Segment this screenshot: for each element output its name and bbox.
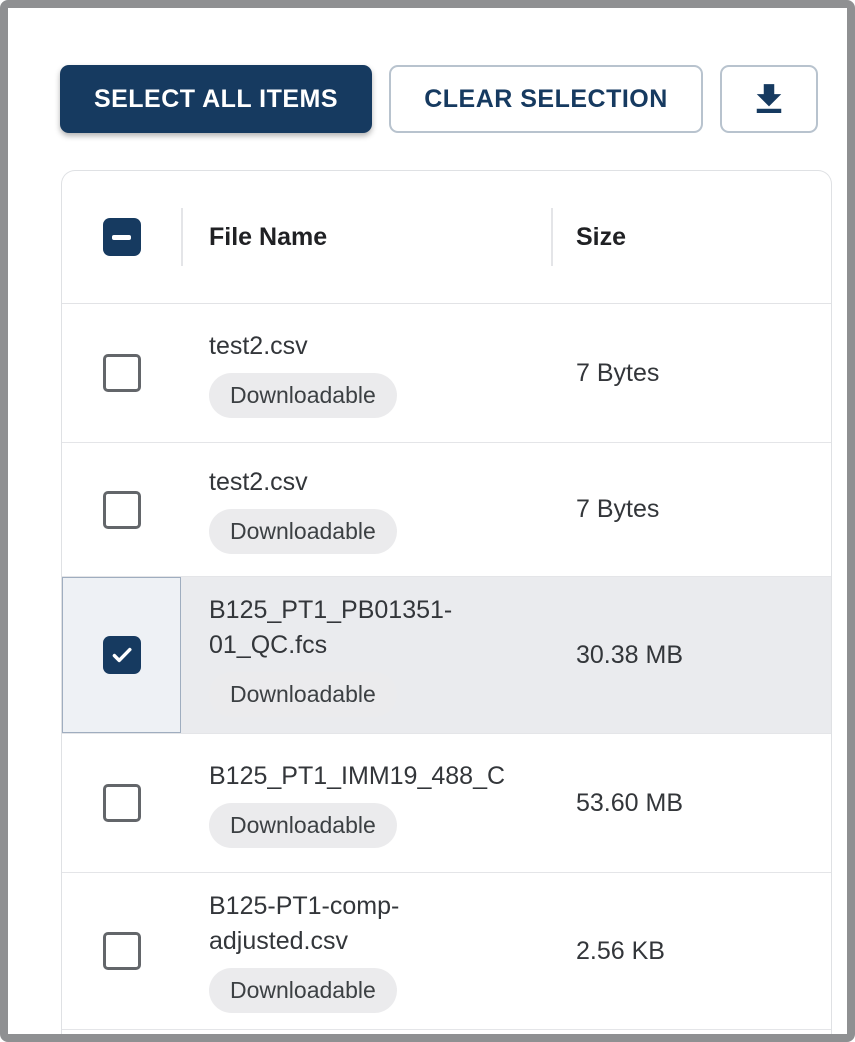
page-frame: SELECT ALL ITEMS CLEAR SELECTION File Na… <box>0 0 855 1042</box>
header-checkbox-cell <box>62 218 181 256</box>
file-size-cell: 7 Bytes <box>551 304 831 442</box>
file-name-cell: B125_PT1_IMM19_488_C Downloadable <box>181 734 551 872</box>
row-checkbox[interactable] <box>103 636 141 674</box>
downloadable-badge: Downloadable <box>209 373 397 418</box>
file-name-cell: test2.csv Downloadable <box>181 443 551 576</box>
download-button[interactable] <box>720 65 818 133</box>
table-row[interactable]: B125-PT1-comp-adjusted.csv Downloadable … <box>62 873 831 1030</box>
row-checkbox[interactable] <box>103 491 141 529</box>
download-icon <box>748 78 790 120</box>
row-checkbox[interactable] <box>103 784 141 822</box>
file-name: B125-PT1-comp-adjusted.csv <box>209 889 514 959</box>
file-size: 7 Bytes <box>576 359 659 388</box>
row-checkbox-cell <box>62 577 181 733</box>
checkmark-icon <box>109 642 135 668</box>
column-divider <box>551 208 553 266</box>
downloadable-badge: Downloadable <box>209 509 397 554</box>
row-checkbox-cell <box>62 304 181 442</box>
file-name: test2.csv <box>209 329 308 364</box>
select-all-checkbox[interactable] <box>103 218 141 256</box>
file-name-column-header: File Name <box>209 223 327 251</box>
size-column-header: Size <box>576 223 626 251</box>
file-name: test2.csv <box>209 465 308 500</box>
header-size-cell: Size <box>551 223 831 252</box>
file-name-cell: B125_PT1_PB01351-01_QC.fcs Downloadable <box>181 577 551 733</box>
column-divider <box>181 208 183 266</box>
row-checkbox[interactable] <box>103 354 141 392</box>
file-size-cell: 30.38 MB <box>551 577 831 733</box>
file-size: 30.38 MB <box>576 641 683 670</box>
file-size-cell: 2.56 KB <box>551 873 831 1029</box>
downloadable-badge: Downloadable <box>209 968 397 1013</box>
row-checkbox-cell <box>62 443 181 576</box>
file-name: B125_PT1_IMM19_488_C <box>209 759 554 794</box>
table-row[interactable]: test2.csv Downloadable 7 Bytes <box>62 304 831 443</box>
file-size: 7 Bytes <box>576 495 659 524</box>
downloadable-badge: Downloadable <box>209 803 397 848</box>
file-size: 2.56 KB <box>576 937 665 966</box>
row-checkbox[interactable] <box>103 932 141 970</box>
file-name: B125_PT1_PB01351-01_QC.fcs <box>209 593 514 663</box>
clear-selection-button[interactable]: CLEAR SELECTION <box>389 65 703 133</box>
table-header: File Name Size <box>62 171 831 304</box>
toolbar: SELECT ALL ITEMS CLEAR SELECTION <box>60 65 818 133</box>
row-checkbox-cell <box>62 873 181 1029</box>
header-file-name-cell: File Name <box>181 223 551 252</box>
file-size-cell: 53.60 MB <box>551 734 831 872</box>
table-row[interactable]: B125_PT1_IMM19_488_C Downloadable 53.60 … <box>62 734 831 873</box>
table-row[interactable]: B125_PT1_PB01351-01_QC.fcs Downloadable … <box>62 577 831 734</box>
indeterminate-dash-icon <box>112 235 131 240</box>
file-name-cell: B125-PT1-comp-adjusted.csv Downloadable <box>181 873 551 1029</box>
file-name-cell: test2.csv Downloadable <box>181 304 551 442</box>
table-row[interactable]: test2.csv Downloadable 7 Bytes <box>62 443 831 577</box>
file-table-card: File Name Size test2.csv Downloadable 7 … <box>61 170 832 1042</box>
downloadable-badge: Downloadable <box>209 672 397 717</box>
file-size-cell: 7 Bytes <box>551 443 831 576</box>
select-all-items-button[interactable]: SELECT ALL ITEMS <box>60 65 372 133</box>
table-body: test2.csv Downloadable 7 Bytes test2.csv… <box>62 304 831 1030</box>
row-checkbox-cell <box>62 734 181 872</box>
file-size: 53.60 MB <box>576 789 683 818</box>
